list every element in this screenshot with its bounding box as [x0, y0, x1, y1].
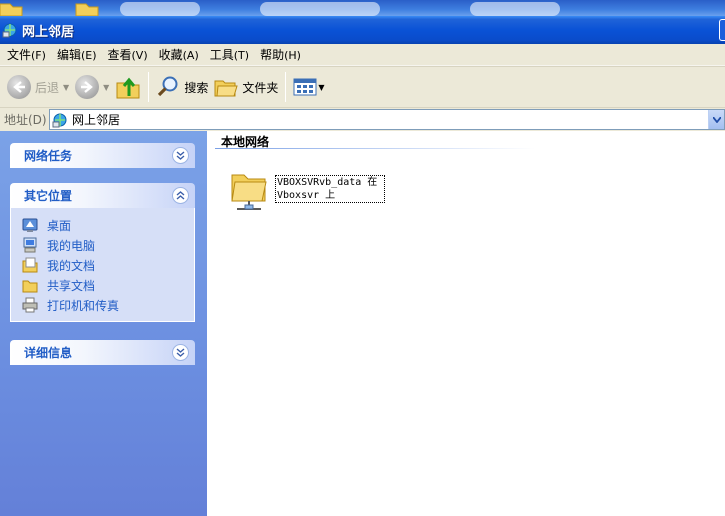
- network-places-icon: [52, 113, 67, 127]
- back-arrow-icon: [7, 75, 31, 99]
- search-icon: [158, 76, 178, 97]
- up-folder-icon: [116, 77, 140, 99]
- menu-accel: (A): [182, 48, 199, 62]
- my-documents-icon: [22, 257, 38, 273]
- menu-accel: (H): [284, 48, 301, 62]
- back-label: 后退: [35, 80, 60, 95]
- menu-favorites[interactable]: 收藏(A): [154, 45, 205, 65]
- search-button[interactable]: 搜索: [153, 69, 211, 105]
- place-link-printers[interactable]: 打印机和传真: [22, 295, 194, 315]
- section-divider: [215, 148, 535, 149]
- menu-view[interactable]: 查看(V): [103, 45, 154, 65]
- menu-label: 工具: [209, 47, 234, 62]
- chevron-down-icon[interactable]: [172, 344, 189, 361]
- menu-label: 收藏: [158, 47, 183, 62]
- chevron-down-icon[interactable]: [172, 147, 189, 164]
- menu-help[interactable]: 帮助(H): [255, 45, 307, 65]
- place-link-label: 打印机和传真: [47, 298, 120, 313]
- menu-accel: (E): [80, 48, 97, 62]
- search-label: 搜索: [184, 80, 209, 95]
- menu-label: 编辑: [56, 47, 81, 62]
- my-computer-icon: [23, 237, 37, 253]
- menu-label: 查看: [107, 47, 132, 62]
- task-pane: 网络任务 其它位置 桌面 我的电脑 我的文档 共享文档 打印机和传真 详细信息: [0, 131, 207, 516]
- window-title: 网上邻居: [22, 24, 75, 40]
- place-link-label: 共享文档: [47, 278, 96, 293]
- up-folder-button[interactable]: [112, 69, 144, 105]
- place-link-shared-documents[interactable]: 共享文档: [22, 275, 194, 295]
- folders-button[interactable]: 文件夹: [211, 69, 281, 105]
- network-places-icon: [2, 23, 17, 38]
- details-header[interactable]: 详细信息: [10, 340, 195, 365]
- forward-arrow-icon: [75, 75, 100, 99]
- place-link-my-documents[interactable]: 我的文档: [22, 255, 194, 275]
- cloud-decoration: [120, 2, 200, 16]
- menu-accel: (T): [233, 48, 250, 62]
- menu-accel: (V): [131, 48, 148, 62]
- place-link-label: 桌面: [47, 218, 72, 233]
- address-bar: 地址(D) 网上邻居: [0, 108, 725, 131]
- window-titlebar[interactable]: 网上邻居: [0, 16, 725, 44]
- desktop-background: [0, 0, 725, 16]
- dropdown-arrow-icon[interactable]: ▼: [318, 83, 324, 92]
- other-places-group: 其它位置 桌面 我的电脑 我的文档 共享文档 打印机和传真: [10, 183, 195, 322]
- menu-tools[interactable]: 工具(T): [205, 45, 255, 65]
- other-places-header[interactable]: 其它位置: [10, 183, 195, 208]
- views-button[interactable]: ▼: [290, 69, 327, 105]
- network-share-item[interactable]: VBOXSVRvb_data 在 Vboxsvr 上: [229, 165, 385, 213]
- network-share-label: VBOXSVRvb_data 在 Vboxsvr 上: [275, 175, 385, 203]
- group-title: 网络任务: [24, 149, 73, 163]
- menu-file[interactable]: 文件(F): [2, 45, 52, 65]
- network-tasks-group: 网络任务: [10, 143, 195, 168]
- views-icon: [293, 78, 317, 96]
- place-link-desktop[interactable]: 桌面: [22, 215, 194, 235]
- menu-label: 文件: [7, 47, 32, 62]
- menu-accel: (F): [31, 48, 46, 62]
- back-button[interactable]: 后退 ▼: [4, 69, 72, 105]
- menu-label: 帮助: [260, 47, 285, 62]
- place-link-my-computer[interactable]: 我的电脑: [22, 235, 194, 255]
- network-tasks-header[interactable]: 网络任务: [10, 143, 195, 168]
- desktop-folder-icon[interactable]: [0, 0, 24, 16]
- dropdown-arrow-icon[interactable]: ▼: [103, 83, 109, 92]
- address-label: 地址(D): [4, 113, 47, 127]
- menu-edit[interactable]: 编辑(E): [52, 45, 103, 65]
- printer-icon: [22, 297, 38, 313]
- address-dropdown-button[interactable]: [708, 110, 724, 129]
- address-input[interactable]: 网上邻居: [49, 109, 725, 130]
- place-link-label: 我的电脑: [47, 238, 96, 253]
- other-places-body: 桌面 我的电脑 我的文档 共享文档 打印机和传真: [10, 208, 195, 322]
- network-share-icon: [231, 174, 267, 210]
- chevron-down-icon: [712, 116, 721, 123]
- standard-toolbar: 后退 ▼ ▼ 搜索 文件夹 ▼: [0, 66, 725, 108]
- chevron-up-icon[interactable]: [172, 187, 189, 204]
- address-value: 网上邻居: [72, 113, 121, 127]
- group-title: 其它位置: [24, 189, 73, 203]
- details-group: 详细信息: [10, 340, 195, 365]
- toolbar-separator: [148, 72, 150, 102]
- folders-icon: [214, 80, 239, 97]
- group-title: 详细信息: [24, 346, 73, 360]
- cloud-decoration: [260, 2, 380, 16]
- menu-bar: 文件(F) 编辑(E) 查看(V) 收藏(A) 工具(T) 帮助(H): [0, 44, 725, 66]
- shared-documents-icon: [22, 280, 38, 293]
- forward-button[interactable]: ▼: [72, 69, 112, 105]
- place-link-label: 我的文档: [47, 258, 96, 273]
- window-control-button[interactable]: [719, 19, 725, 41]
- desktop-folder-icon[interactable]: [74, 0, 100, 16]
- folders-label: 文件夹: [242, 80, 279, 95]
- dropdown-arrow-icon[interactable]: ▼: [63, 83, 69, 92]
- cloud-decoration: [470, 2, 560, 16]
- toolbar-separator: [285, 72, 287, 102]
- content-pane: 本地网络 VBOXSVRvb_data 在 Vboxsvr 上: [207, 131, 725, 516]
- desktop-icon: [22, 218, 38, 232]
